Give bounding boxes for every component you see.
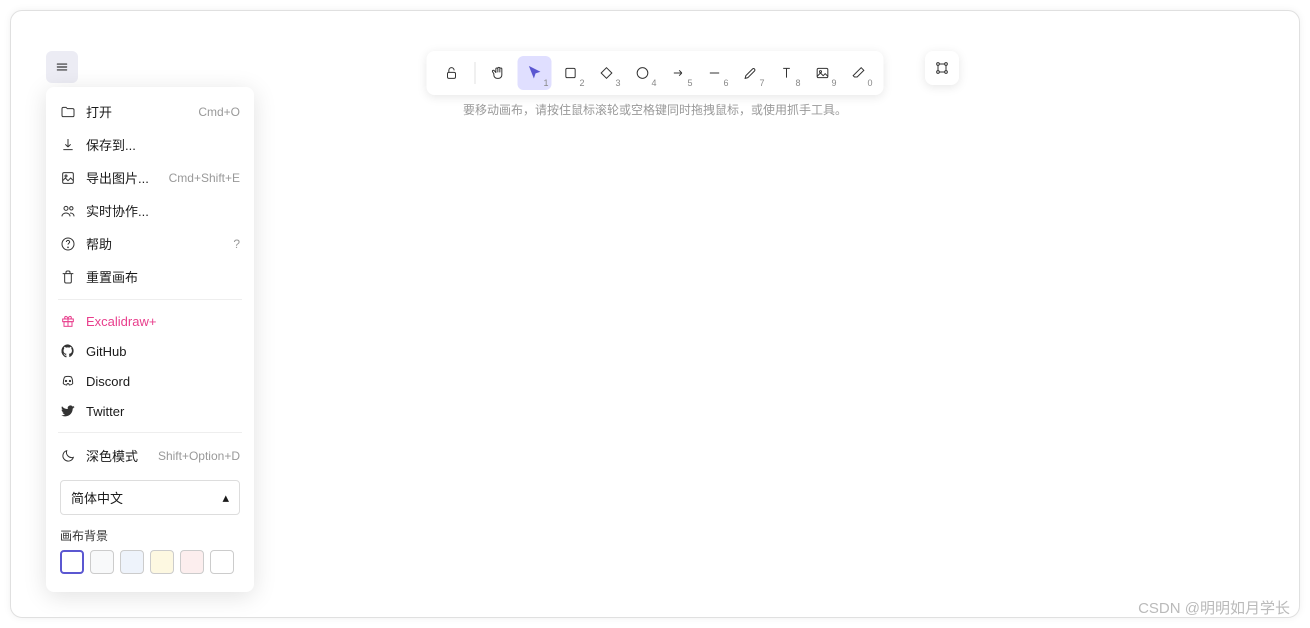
tool-line[interactable]: 6 — [698, 56, 732, 90]
device-home-button — [302, 391, 320, 409]
device-drawing[interactable] — [251, 236, 371, 416]
tool-num: 0 — [867, 78, 872, 88]
bg-swatch-pink[interactable] — [180, 550, 204, 574]
tool-ellipse[interactable]: 4 — [626, 56, 660, 90]
menu-separator — [58, 299, 242, 300]
tool-num: 4 — [651, 78, 656, 88]
tool-arrow[interactable]: 5 — [662, 56, 696, 90]
menu-open[interactable]: 打开 Cmd+O — [46, 95, 254, 128]
menu-toggle-button[interactable] — [46, 51, 78, 83]
bg-swatch-grey[interactable] — [90, 550, 114, 574]
bg-swatch-custom[interactable] — [210, 550, 234, 574]
bg-swatch-white[interactable] — [60, 550, 84, 574]
tool-num: 1 — [543, 78, 548, 88]
users-icon — [60, 203, 76, 219]
tool-lock[interactable] — [435, 56, 469, 90]
download-icon — [60, 137, 76, 153]
canvas-bg-label: 画布背景 — [46, 519, 254, 550]
menu-label: 导出图片... — [86, 168, 169, 187]
menu-label: Twitter — [86, 404, 240, 419]
device-outer — [251, 236, 371, 416]
github-icon — [60, 343, 76, 359]
menu-shortcut: ? — [233, 237, 240, 251]
menu-label: 重置画布 — [86, 267, 240, 286]
trash-icon — [60, 269, 76, 285]
tool-toolbar: 1 2 3 4 5 6 7 8 9 0 — [427, 51, 884, 95]
menu-shortcut: Cmd+O — [198, 105, 240, 119]
folder-icon — [60, 104, 76, 120]
device-rect-1 — [275, 262, 347, 300]
hamburger-icon — [55, 60, 69, 74]
flow-node-score[interactable]: 打分 — [676, 311, 786, 355]
menu-discord[interactable]: Discord — [46, 366, 254, 396]
tool-num: 5 — [687, 78, 692, 88]
caret-up-icon: ▴ — [222, 490, 229, 506]
menu-dark-mode[interactable]: 深色模式 Shift+Option+D — [46, 439, 254, 472]
tool-num: 7 — [759, 78, 764, 88]
menu-label: 打开 — [86, 102, 198, 121]
flow-node-recall[interactable]: 召回 — [471, 311, 581, 355]
flow-arrow-1[interactable] — [597, 329, 655, 339]
library-button[interactable] — [925, 51, 959, 85]
tool-num: 9 — [831, 78, 836, 88]
tool-eraser[interactable]: 0 — [842, 56, 876, 90]
bg-swatch-yellow[interactable] — [150, 550, 174, 574]
main-menu: 打开 Cmd+O 保存到... 导出图片... Cmd+Shift+E 实时协作… — [46, 87, 254, 592]
menu-label: 深色模式 — [86, 446, 158, 465]
menu-label: 保存到... — [86, 135, 240, 154]
tool-draw[interactable]: 7 — [734, 56, 768, 90]
device-rect-2 — [275, 312, 347, 350]
menu-label: Discord — [86, 374, 240, 389]
menu-label: 实时协作... — [86, 201, 240, 220]
tool-hand[interactable] — [482, 56, 516, 90]
menu-label: GitHub — [86, 344, 240, 359]
discord-icon — [60, 373, 76, 389]
tool-diamond[interactable]: 3 — [590, 56, 624, 90]
flow-arrow-2[interactable] — [803, 329, 861, 339]
tool-num: 8 — [795, 78, 800, 88]
menu-save[interactable]: 保存到... — [46, 128, 254, 161]
help-icon — [60, 236, 76, 252]
menu-github[interactable]: GitHub — [46, 336, 254, 366]
export-image-icon — [60, 170, 76, 186]
tool-select[interactable]: 1 — [518, 56, 552, 90]
menu-shortcut: Cmd+Shift+E — [169, 171, 240, 185]
device-screen — [261, 248, 361, 384]
tool-rectangle[interactable]: 2 — [554, 56, 588, 90]
menu-shortcut: Shift+Option+D — [158, 449, 240, 463]
twitter-icon — [60, 403, 76, 419]
menu-collab[interactable]: 实时协作... — [46, 194, 254, 227]
menu-label: Excalidraw+ — [86, 314, 240, 329]
toolbar-separator — [475, 62, 476, 84]
tool-num: 3 — [615, 78, 620, 88]
menu-help[interactable]: 帮助 ? — [46, 227, 254, 260]
watermark: CSDN @明明如月学长 — [1138, 597, 1290, 618]
app-frame: 打开 Cmd+O 保存到... 导出图片... Cmd+Shift+E 实时协作… — [10, 10, 1300, 618]
canvas-bg-swatches — [46, 550, 254, 584]
menu-excalidraw-plus[interactable]: Excalidraw+ — [46, 306, 254, 336]
tool-num: 6 — [723, 78, 728, 88]
menu-label: 帮助 — [86, 234, 233, 253]
menu-reset[interactable]: 重置画布 — [46, 260, 254, 293]
menu-separator — [58, 432, 242, 433]
moon-icon — [60, 448, 76, 464]
canvas-help-text: 要移动画布，请按住鼠标滚轮或空格键同时拖拽鼠标，或使用抓手工具。 — [463, 101, 847, 118]
flow-node-rank[interactable]: 排序 — [881, 311, 991, 355]
tool-num: 2 — [579, 78, 584, 88]
language-value: 简体中文 — [71, 488, 123, 507]
menu-twitter[interactable]: Twitter — [46, 396, 254, 426]
gift-icon — [60, 313, 76, 329]
tool-text[interactable]: 8 — [770, 56, 804, 90]
tool-image[interactable]: 9 — [806, 56, 840, 90]
menu-export[interactable]: 导出图片... Cmd+Shift+E — [46, 161, 254, 194]
language-select[interactable]: 简体中文 ▴ — [60, 480, 240, 515]
bg-swatch-blue[interactable] — [120, 550, 144, 574]
